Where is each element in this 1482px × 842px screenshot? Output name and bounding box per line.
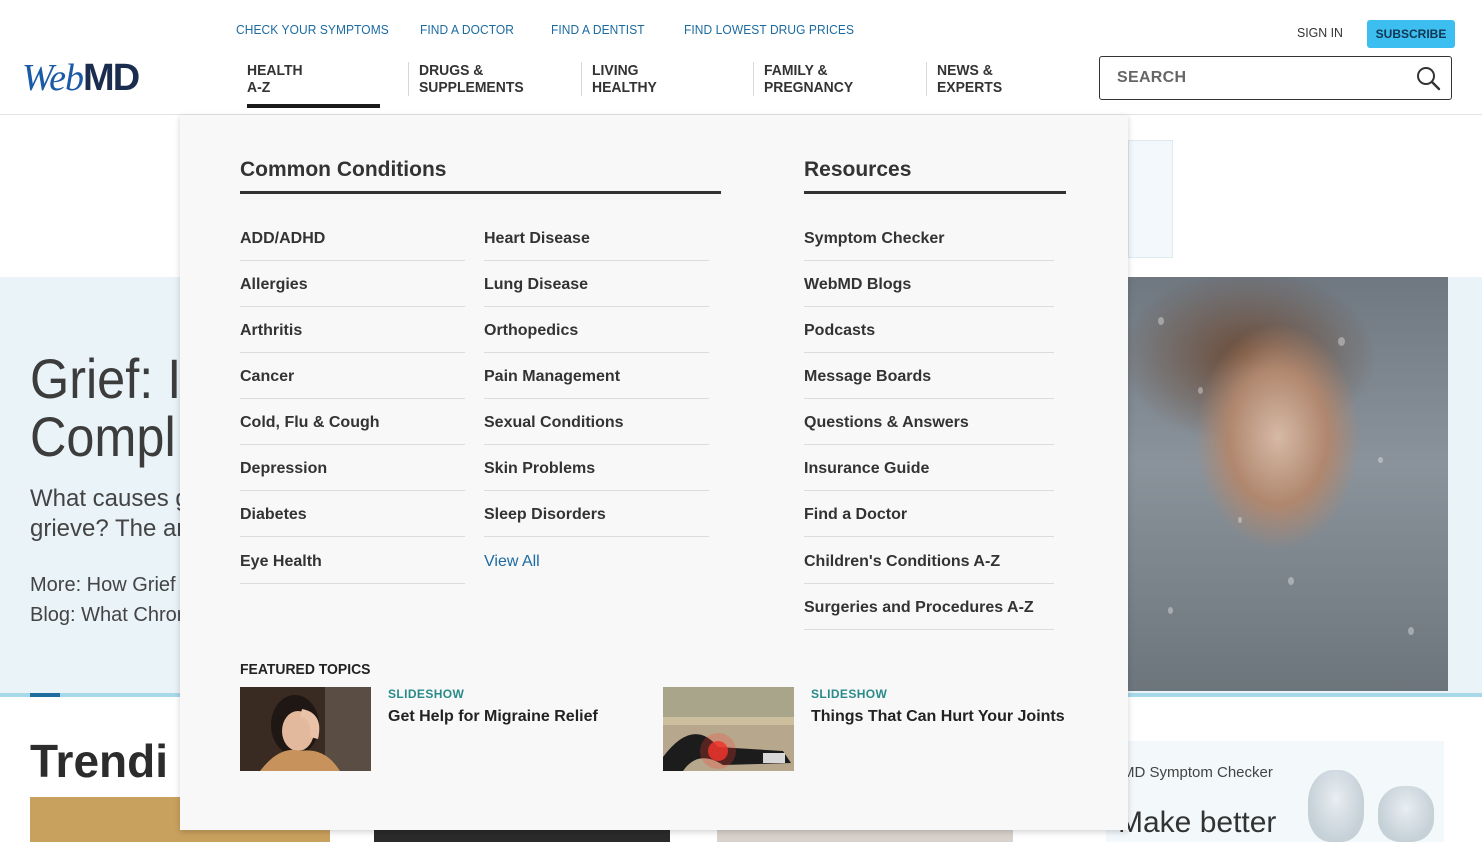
condition-link[interactable]: Sexual Conditions: [484, 399, 709, 445]
hero-title[interactable]: Grief: I Compl: [30, 350, 181, 466]
nav-living-healthy[interactable]: LIVING HEALTHY: [592, 62, 732, 96]
nav-divider: [926, 62, 927, 96]
woman-headache-image: [240, 687, 371, 771]
sign-in-link[interactable]: SIGN IN: [1297, 25, 1343, 40]
nav-divider: [753, 62, 754, 96]
trending-thumbnail[interactable]: [374, 828, 670, 842]
nav-label: HEALTHY: [592, 79, 657, 96]
resource-link[interactable]: WebMD Blogs: [804, 261, 1054, 307]
hero-title-line: Grief: I: [30, 347, 182, 410]
trending-heading: Trendi: [30, 735, 169, 787]
section-divider: [804, 191, 1066, 194]
condition-link[interactable]: Lung Disease: [484, 261, 709, 307]
check-symptoms-link[interactable]: CHECK YOUR SYMPTOMS: [236, 22, 389, 37]
condition-link[interactable]: Sleep Disorders: [484, 491, 709, 537]
resource-link[interactable]: Questions & Answers: [804, 399, 1054, 445]
hero-more-link[interactable]: More: How Grief S: [30, 570, 194, 600]
symptom-checker-tagline: Make better: [1118, 806, 1277, 839]
find-doctor-link[interactable]: FIND A DOCTOR: [420, 22, 514, 37]
condition-link[interactable]: Pain Management: [484, 353, 709, 399]
find-dentist-link[interactable]: FIND A DENTIST: [551, 22, 645, 37]
featured-title-link[interactable]: Things That Can Hurt Your Joints: [811, 708, 1065, 726]
condition-link[interactable]: Cold, Flu & Cough: [240, 399, 465, 445]
nav-label: LIVING: [592, 62, 639, 79]
ad-slot: [1128, 140, 1173, 258]
resources-heading: Resources: [804, 158, 912, 181]
condition-link[interactable]: ADD/ADHD: [240, 215, 465, 261]
section-divider: [240, 191, 721, 194]
featured-tag: SLIDESHOW: [811, 687, 888, 701]
hero-subtitle: What causes g grieve? The an: [30, 484, 190, 544]
nav-family-pregnancy[interactable]: FAMILY & PREGNANCY: [764, 62, 904, 96]
nav-label: DRUGS &: [419, 62, 484, 79]
resource-link[interactable]: Podcasts: [804, 307, 1054, 353]
drug-prices-link[interactable]: FIND LOWEST DRUG PRICES: [684, 22, 854, 37]
hero-subtitle-line: grieve? The an: [30, 515, 190, 542]
trending-thumbnail[interactable]: [717, 828, 1013, 842]
knee-pain-image: [663, 687, 794, 771]
nav-label: SUPPLEMENTS: [419, 79, 524, 96]
featured-title-link[interactable]: Get Help for Migraine Relief: [388, 708, 598, 726]
symptom-checker-title: MD Symptom Checker: [1122, 764, 1273, 781]
nav-health-az[interactable]: HEALTH A-Z: [247, 62, 387, 96]
resource-link[interactable]: Surgeries and Procedures A-Z: [804, 584, 1054, 630]
nav-label: EXPERTS: [937, 79, 1003, 96]
nav-label: PREGNANCY: [764, 79, 854, 96]
condition-link[interactable]: Heart Disease: [484, 215, 709, 261]
condition-link[interactable]: Orthopedics: [484, 307, 709, 353]
hero-subtitle-line: What causes g: [30, 485, 189, 512]
resource-link[interactable]: Message Boards: [804, 353, 1054, 399]
nav-divider: [581, 62, 582, 96]
nav-label: FAMILY &: [764, 62, 828, 79]
featured-tag: SLIDESHOW: [388, 687, 465, 701]
resource-link[interactable]: Insurance Guide: [804, 445, 1054, 491]
nav-label: A-Z: [247, 79, 271, 96]
resource-link[interactable]: Children's Conditions A-Z: [804, 538, 1054, 584]
search-input[interactable]: SEARCH: [1099, 56, 1452, 100]
model-head-image: [1378, 786, 1434, 842]
hero-links: More: How Grief S Blog: What Chron: [30, 570, 194, 630]
nav-label: HEALTH: [247, 62, 303, 79]
nav-label: NEWS &: [937, 62, 993, 79]
hero-blog-link[interactable]: Blog: What Chron: [30, 600, 194, 630]
view-all-link[interactable]: View All: [484, 538, 709, 584]
condition-link[interactable]: Cancer: [240, 353, 465, 399]
logo-md: MD: [83, 57, 140, 99]
condition-link[interactable]: Eye Health: [240, 538, 465, 584]
condition-link[interactable]: Depression: [240, 445, 465, 491]
subscribe-button[interactable]: SUBSCRIBE: [1367, 20, 1455, 48]
condition-link[interactable]: Allergies: [240, 261, 465, 307]
search-placeholder: SEARCH: [1117, 69, 1187, 86]
nav-divider: [408, 62, 409, 96]
nav-drugs-supplements[interactable]: DRUGS & SUPPLEMENTS: [419, 62, 559, 96]
joints-slideshow-image[interactable]: [663, 687, 794, 771]
resource-link[interactable]: Symptom Checker: [804, 215, 1054, 261]
condition-link[interactable]: Diabetes: [240, 491, 465, 537]
hero-image[interactable]: [1128, 277, 1448, 691]
migraine-slideshow-image[interactable]: [240, 687, 371, 771]
model-head-image: [1308, 770, 1364, 842]
nav-active-indicator: [247, 104, 380, 108]
hero-title-line: Compl: [30, 405, 176, 468]
resource-link[interactable]: Find a Doctor: [804, 491, 1054, 537]
search-icon[interactable]: [1415, 65, 1441, 91]
condition-link[interactable]: Skin Problems: [484, 445, 709, 491]
common-conditions-heading: Common Conditions: [240, 158, 447, 181]
carousel-indicator[interactable]: [30, 693, 60, 697]
condition-link[interactable]: Arthritis: [240, 307, 465, 353]
nav-news-experts[interactable]: NEWS & EXPERTS: [937, 62, 1077, 96]
logo-web: Web: [22, 57, 84, 99]
featured-topics-heading: FEATURED TOPICS: [240, 661, 371, 678]
webmd-logo[interactable]: WebMD: [22, 54, 140, 102]
